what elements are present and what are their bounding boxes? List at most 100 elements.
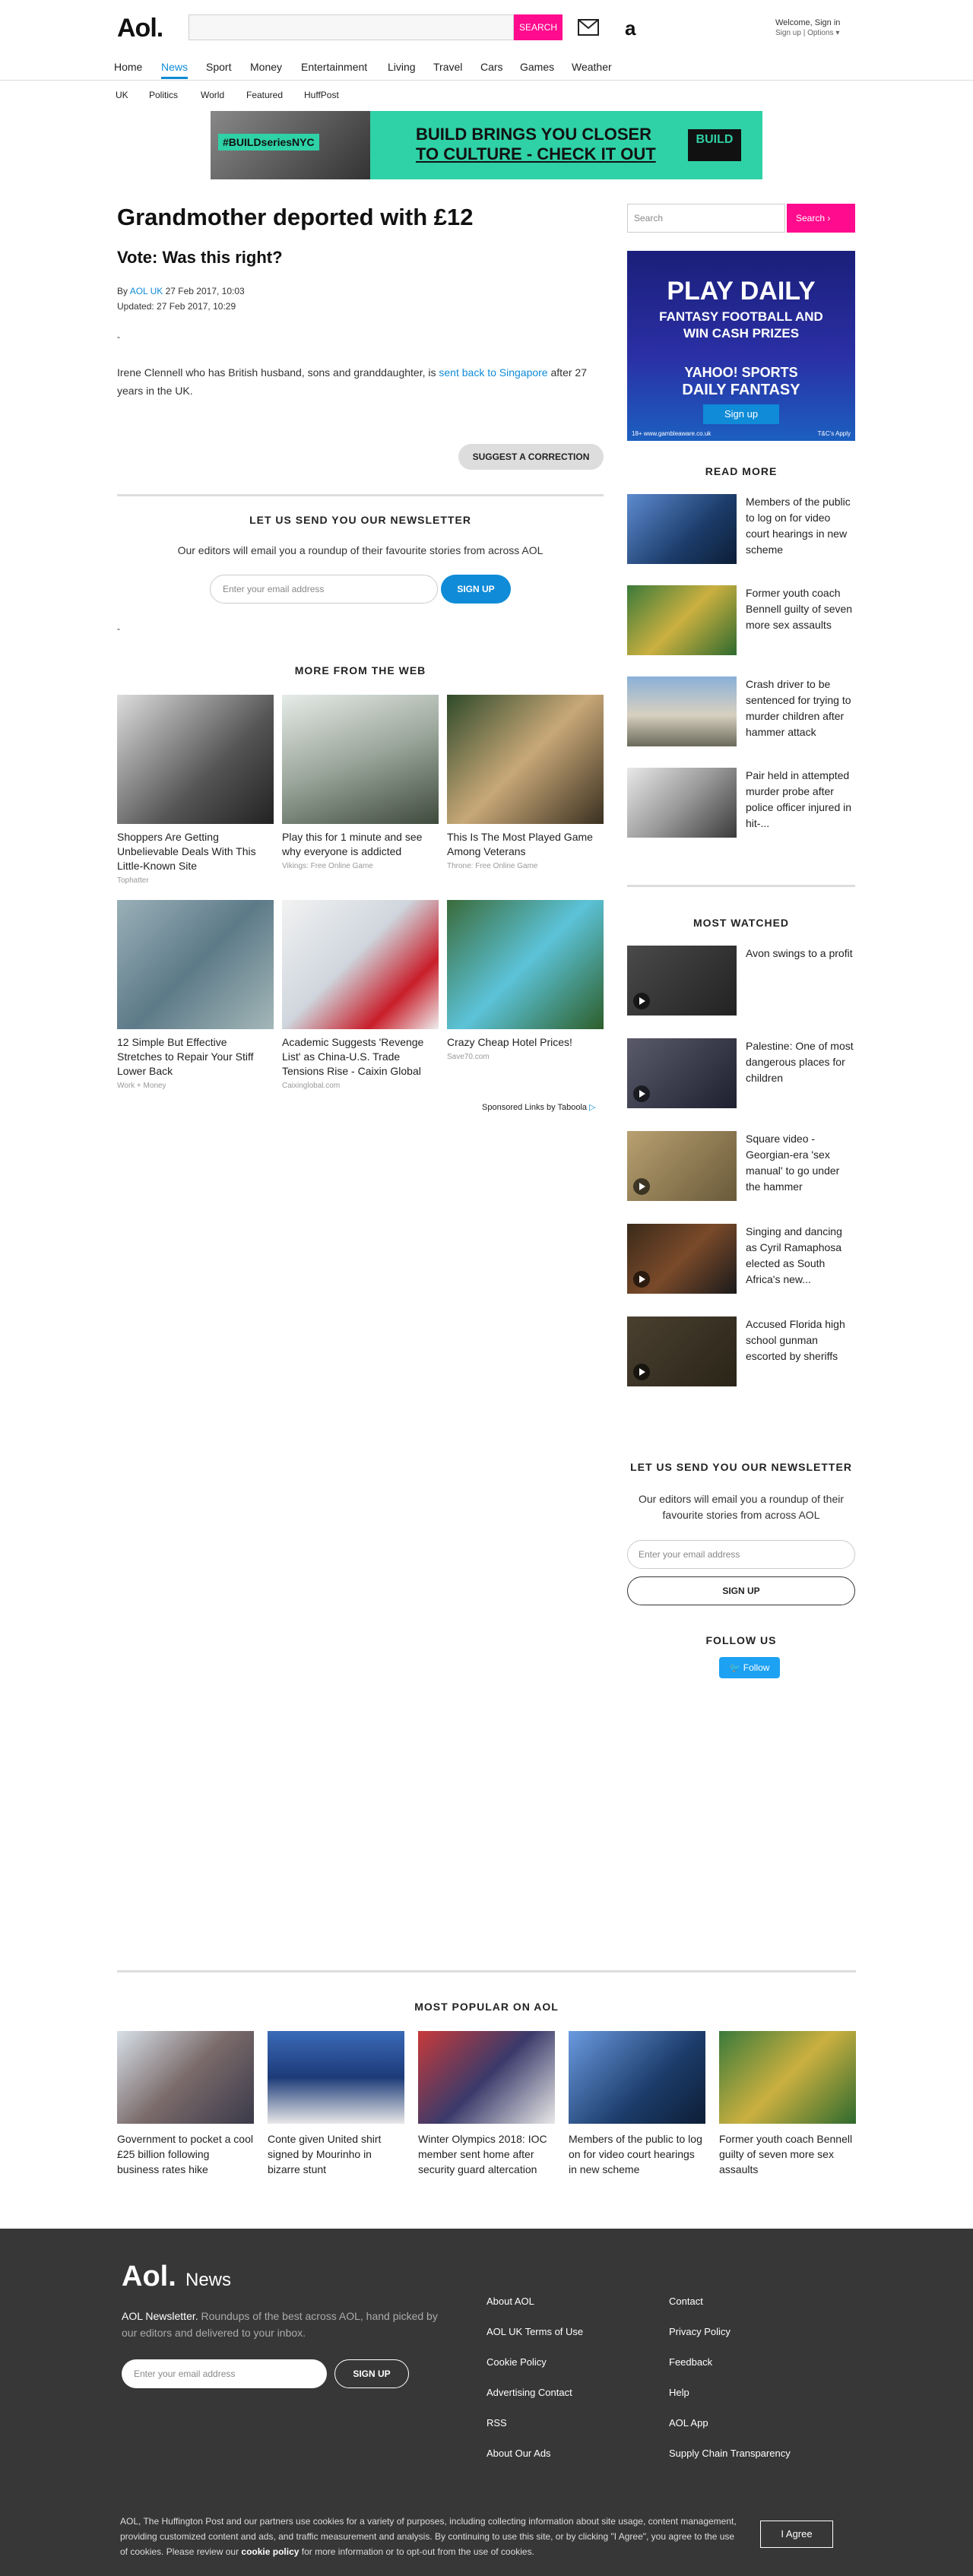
footer-link-terms[interactable]: AOL UK Terms of Use	[486, 2326, 583, 2337]
nav-cars[interactable]: Cars	[480, 61, 503, 73]
footer-link-about-aol[interactable]: About AOL	[486, 2296, 534, 2307]
footer-link-help[interactable]: Help	[669, 2387, 689, 2398]
footer-link-rss[interactable]: RSS	[486, 2417, 507, 2429]
suggest-correction-button[interactable]: SUGGEST A CORRECTION	[458, 444, 604, 470]
read-more-item[interactable]: Pair held in attempted murder probe afte…	[627, 768, 855, 841]
footer-link-aol-app[interactable]: AOL App	[669, 2417, 708, 2429]
popular-title[interactable]: Government to pocket a cool £25 billion …	[117, 2131, 254, 2177]
fantasy-ad[interactable]: PLAY DAILY FANTASY FOOTBALL AND WIN CASH…	[627, 251, 855, 441]
footer-email-input[interactable]: Enter your email address	[122, 2359, 327, 2388]
footer-signup-button[interactable]: SIGN UP	[334, 2359, 409, 2388]
popular-item[interactable]: Conte given United shirt signed by Mouri…	[268, 2031, 404, 2177]
tile-title[interactable]: Play this for 1 minute and see why every…	[282, 830, 439, 859]
web-tile[interactable]: 12 Simple But Effective Stretches to Rep…	[117, 900, 274, 1090]
video-title[interactable]: Accused Florida high school gunman escor…	[746, 1317, 855, 1364]
web-tile[interactable]: Academic Suggests 'Revenge List' as Chin…	[282, 900, 439, 1090]
video-item[interactable]: Singing and dancing as Cyril Ramaphosa e…	[627, 1224, 855, 1297]
popular-title[interactable]: Members of the public to log on for vide…	[569, 2131, 705, 2177]
video-title[interactable]: Square video - Georgian-era 'sex manual'…	[746, 1131, 855, 1195]
video-item[interactable]: Avon swings to a profit	[627, 946, 855, 1019]
twitter-follow-button[interactable]: 🐦 Follow	[719, 1657, 780, 1678]
popular-title[interactable]: Conte given United shirt signed by Mouri…	[268, 2131, 404, 2177]
read-more-text[interactable]: Members of the public to log on for vide…	[746, 494, 855, 558]
sign-up-link[interactable]: Sign up	[775, 29, 801, 37]
nav-news[interactable]: News	[161, 61, 189, 79]
video-title[interactable]: Avon swings to a profit	[746, 946, 855, 962]
footer-link-supply-chain[interactable]: Supply Chain Transparency	[669, 2448, 791, 2459]
sidebar-search-input[interactable]: Search	[627, 204, 785, 233]
author-link[interactable]: AOL UK	[130, 286, 163, 296]
video-item[interactable]: Accused Florida high school gunman escor…	[627, 1317, 855, 1389]
sidebar-newsletter-signup-button[interactable]: SIGN UP	[627, 1576, 855, 1605]
nav-living[interactable]: Living	[388, 61, 416, 73]
footer-link-contact[interactable]: Contact	[669, 2296, 703, 2307]
read-more-text[interactable]: Pair held in attempted murder probe afte…	[746, 768, 855, 832]
tile-title[interactable]: Crazy Cheap Hotel Prices!	[447, 1035, 604, 1050]
tile-title[interactable]: This Is The Most Played Game Among Veter…	[447, 830, 604, 859]
sidebar-newsletter-email-input[interactable]: Enter your email address	[627, 1540, 855, 1569]
tile-source: Save70.com	[447, 1053, 490, 1061]
read-more-item[interactable]: Crash driver to be sentenced for trying …	[627, 676, 855, 749]
tile-title[interactable]: Academic Suggests 'Revenge List' as Chin…	[282, 1035, 439, 1079]
read-more-text[interactable]: Former youth coach Bennell guilty of sev…	[746, 585, 855, 633]
nav-travel[interactable]: Travel	[433, 61, 462, 73]
popular-item[interactable]: Former youth coach Bennell guilty of sev…	[719, 2031, 856, 2177]
footer-link-feedback[interactable]: Feedback	[669, 2356, 712, 2368]
video-title[interactable]: Palestine: One of most dangerous places …	[746, 1038, 855, 1086]
web-tile[interactable]: Crazy Cheap Hotel Prices! Save70.com	[447, 900, 604, 1061]
laptop-thumbnail	[627, 494, 737, 564]
web-tile[interactable]: Shoppers Are Getting Unbelievable Deals …	[117, 695, 274, 885]
popular-item[interactable]: Members of the public to log on for vide…	[569, 2031, 705, 2177]
newsletter-title: LET US SEND YOU OUR NEWSLETTER	[249, 514, 471, 526]
nav-entertainment[interactable]: Entertainment	[301, 61, 367, 73]
read-more-item[interactable]: Members of the public to log on for vide…	[627, 494, 855, 567]
options-link[interactable]: Options	[807, 29, 833, 37]
byline: By AOL UK 27 Feb 2017, 10:03	[117, 286, 245, 296]
popular-item[interactable]: Government to pocket a cool £25 billion …	[117, 2031, 254, 2177]
read-more-item[interactable]: Former youth coach Bennell guilty of sev…	[627, 585, 855, 658]
popular-title[interactable]: Winter Olympics 2018: IOC member sent ho…	[418, 2131, 555, 2177]
search-button[interactable]: SEARCH	[514, 14, 563, 40]
video-item[interactable]: Square video - Georgian-era 'sex manual'…	[627, 1131, 855, 1204]
welcome-text[interactable]: Welcome, Sign in	[775, 18, 840, 27]
tile-title[interactable]: 12 Simple But Effective Stretches to Rep…	[117, 1035, 274, 1079]
footer-logo[interactable]: Aol.	[122, 2261, 176, 2293]
taboola-sponsored-link[interactable]: Sponsored Links by Taboola ▷	[482, 1102, 596, 1112]
footer-link-about-ads[interactable]: About Our Ads	[486, 2448, 551, 2459]
ad-banner[interactable]: #BUILDseriesNYC BUILD BRINGS YOU CLOSER …	[211, 111, 762, 179]
web-tile[interactable]: This Is The Most Played Game Among Veter…	[447, 695, 604, 870]
subnav-politics[interactable]: Politics	[149, 90, 178, 100]
search-input[interactable]	[189, 14, 514, 40]
subnav-uk[interactable]: UK	[116, 90, 128, 100]
nav-sport[interactable]: Sport	[206, 61, 231, 73]
mail-icon[interactable]	[578, 19, 599, 36]
video-item[interactable]: Palestine: One of most dangerous places …	[627, 1038, 855, 1111]
amazon-icon[interactable]: a	[625, 17, 635, 40]
footer-link-cookie-policy[interactable]: Cookie Policy	[486, 2356, 547, 2368]
subnav-huffpost[interactable]: HuffPost	[304, 90, 339, 100]
tile-title[interactable]: Shoppers Are Getting Unbelievable Deals …	[117, 830, 274, 873]
footer-link-privacy[interactable]: Privacy Policy	[669, 2326, 731, 2337]
footer-link-advertising[interactable]: Advertising Contact	[486, 2387, 572, 2398]
popular-item[interactable]: Winter Olympics 2018: IOC member sent ho…	[418, 2031, 555, 2177]
sidebar-search-button[interactable]: Search ›	[787, 204, 855, 233]
newsletter-signup-button[interactable]: SIGN UP	[441, 575, 511, 604]
nav-home[interactable]: Home	[114, 61, 142, 73]
nav-games[interactable]: Games	[520, 61, 554, 73]
ad-signup-button[interactable]: Sign up	[703, 404, 779, 424]
aol-logo[interactable]: Aol.	[117, 14, 163, 43]
read-more-text[interactable]: Crash driver to be sentenced for trying …	[746, 676, 855, 740]
nav-money[interactable]: Money	[250, 61, 282, 73]
popular-title[interactable]: Former youth coach Bennell guilty of sev…	[719, 2131, 856, 2177]
article-body: Irene Clennell who has British husband, …	[117, 363, 604, 400]
nav-weather[interactable]: Weather	[572, 61, 612, 73]
web-tile[interactable]: Play this for 1 minute and see why every…	[282, 695, 439, 870]
i-agree-button[interactable]: I Agree	[760, 2521, 833, 2548]
newsletter-email-input[interactable]: Enter your email address	[210, 575, 438, 604]
cookie-policy-link[interactable]: cookie policy	[241, 2546, 299, 2557]
build-logo: BUILD	[688, 129, 741, 161]
subnav-featured[interactable]: Featured	[246, 90, 283, 100]
video-title[interactable]: Singing and dancing as Cyril Ramaphosa e…	[746, 1224, 855, 1288]
subnav-world[interactable]: World	[201, 90, 224, 100]
singapore-link[interactable]: sent back to Singapore	[439, 366, 547, 379]
